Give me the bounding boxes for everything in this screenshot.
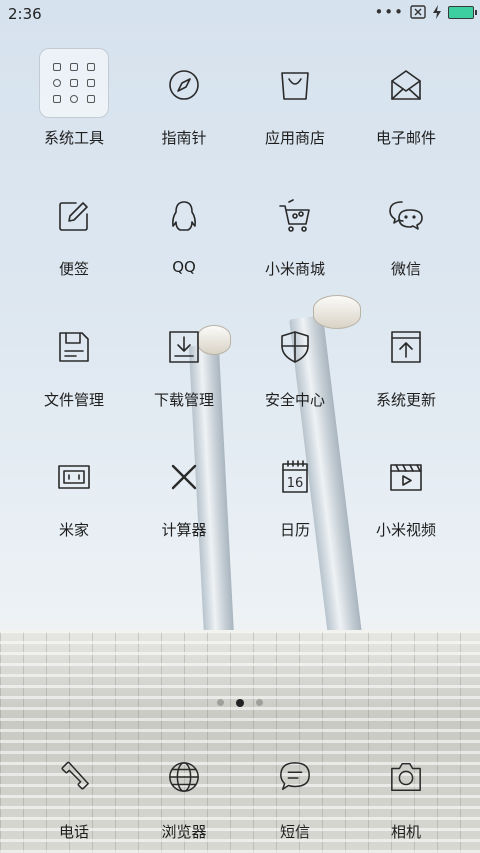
page-dot [217, 699, 224, 706]
page-dot [256, 699, 263, 706]
app-label: 米家 [58, 521, 89, 539]
status-icons: ••• [374, 3, 477, 21]
app-label: 浏览器 [161, 823, 207, 841]
file-folder-icon [59, 332, 89, 362]
app-label: 指南针 [161, 129, 207, 147]
app-label: 日历 [279, 521, 310, 539]
page-dot-active [236, 699, 244, 707]
app-label: 下载管理 [153, 391, 214, 409]
envelope-icon [391, 70, 421, 100]
app-label: 系统更新 [375, 391, 436, 409]
charging-bolt-icon [433, 5, 441, 19]
app-label: 短信 [279, 823, 310, 841]
app-label: QQ [172, 258, 196, 276]
phone-icon [61, 761, 89, 790]
app-mi-store[interactable]: 小米商城 [245, 198, 345, 279]
compass-icon [169, 70, 199, 100]
app-label: 电子邮件 [375, 129, 436, 147]
message-bubble-icon [280, 762, 310, 791]
mini-app-icon [87, 63, 96, 71]
app-qq[interactable]: QQ [134, 198, 234, 276]
update-arrow-icon [391, 331, 421, 363]
app-label: 计算器 [161, 521, 207, 539]
notes-pencil-icon [59, 202, 88, 231]
app-app-store[interactable]: 应用商店 [245, 67, 345, 148]
mini-app-icon [52, 63, 61, 71]
dock-camera[interactable]: 相机 [356, 760, 456, 842]
status-time: 2:36 [8, 5, 42, 23]
app-label: 系统工具 [43, 129, 104, 147]
page-indicator[interactable] [0, 699, 480, 707]
video-clapper-icon [390, 464, 422, 491]
app-calendar[interactable]: 16 日历 [245, 459, 345, 540]
shield-icon [281, 331, 309, 363]
app-label: 便签 [58, 260, 89, 278]
dock-phone[interactable]: 电话 [24, 760, 124, 842]
app-label: 应用商店 [264, 129, 325, 147]
app-label: 小米商城 [264, 260, 325, 278]
shopping-bag-icon [281, 72, 309, 100]
camera-icon [391, 763, 421, 791]
wechat-icon [389, 201, 423, 230]
calculator-x-icon [171, 464, 197, 490]
dock-browser[interactable]: 浏览器 [134, 760, 234, 842]
no-sim-icon [410, 5, 426, 19]
calendar-icon: 16 [282, 460, 308, 493]
app-notes[interactable]: 便签 [24, 198, 124, 279]
qq-penguin-icon [172, 201, 196, 231]
app-mi-video[interactable]: 小米视频 [356, 459, 456, 540]
folder-icon [39, 48, 109, 118]
more-notifications-icon: ••• [374, 3, 404, 21]
mi-home-device-icon [58, 465, 90, 489]
app-file-manager[interactable]: 文件管理 [24, 329, 124, 410]
status-bar: 2:36 ••• [0, 0, 480, 28]
app-system-tools-folder[interactable]: 系统工具 [24, 48, 124, 148]
app-label: 安全中心 [264, 391, 325, 409]
app-label: 微信 [390, 260, 421, 278]
app-mi-home[interactable]: 米家 [24, 459, 124, 540]
mini-app-icon [69, 79, 78, 87]
shopping-cart-icon [279, 199, 310, 232]
wallpaper-chimney-cap [313, 295, 361, 329]
mini-app-icon [69, 95, 78, 103]
app-download-manager[interactable]: 下载管理 [134, 329, 234, 410]
app-system-update[interactable]: 系统更新 [356, 329, 456, 410]
app-security-center[interactable]: 安全中心 [245, 329, 345, 410]
home-screen: 2:36 ••• 系统工具 指南针 应用商店 电子邮件 便签 QQ 小米商城 微… [0, 0, 480, 853]
mini-app-icon [87, 79, 96, 87]
globe-icon [169, 762, 199, 792]
app-label: 文件管理 [43, 391, 104, 409]
mini-app-icon [52, 79, 61, 87]
app-label: 相机 [390, 823, 421, 841]
app-email[interactable]: 电子邮件 [356, 67, 456, 148]
app-label: 电话 [58, 823, 89, 841]
app-label: 小米视频 [375, 521, 436, 539]
mini-app-icon [69, 63, 78, 71]
mini-app-icon [87, 95, 96, 103]
battery-icon [448, 5, 477, 19]
mini-app-icon [52, 95, 61, 103]
calendar-day: 16 [287, 476, 304, 491]
app-compass[interactable]: 指南针 [134, 67, 234, 148]
dock-messages[interactable]: 短信 [245, 760, 345, 842]
app-calculator[interactable]: 计算器 [134, 459, 234, 540]
download-icon [169, 331, 199, 363]
app-wechat[interactable]: 微信 [356, 198, 456, 279]
